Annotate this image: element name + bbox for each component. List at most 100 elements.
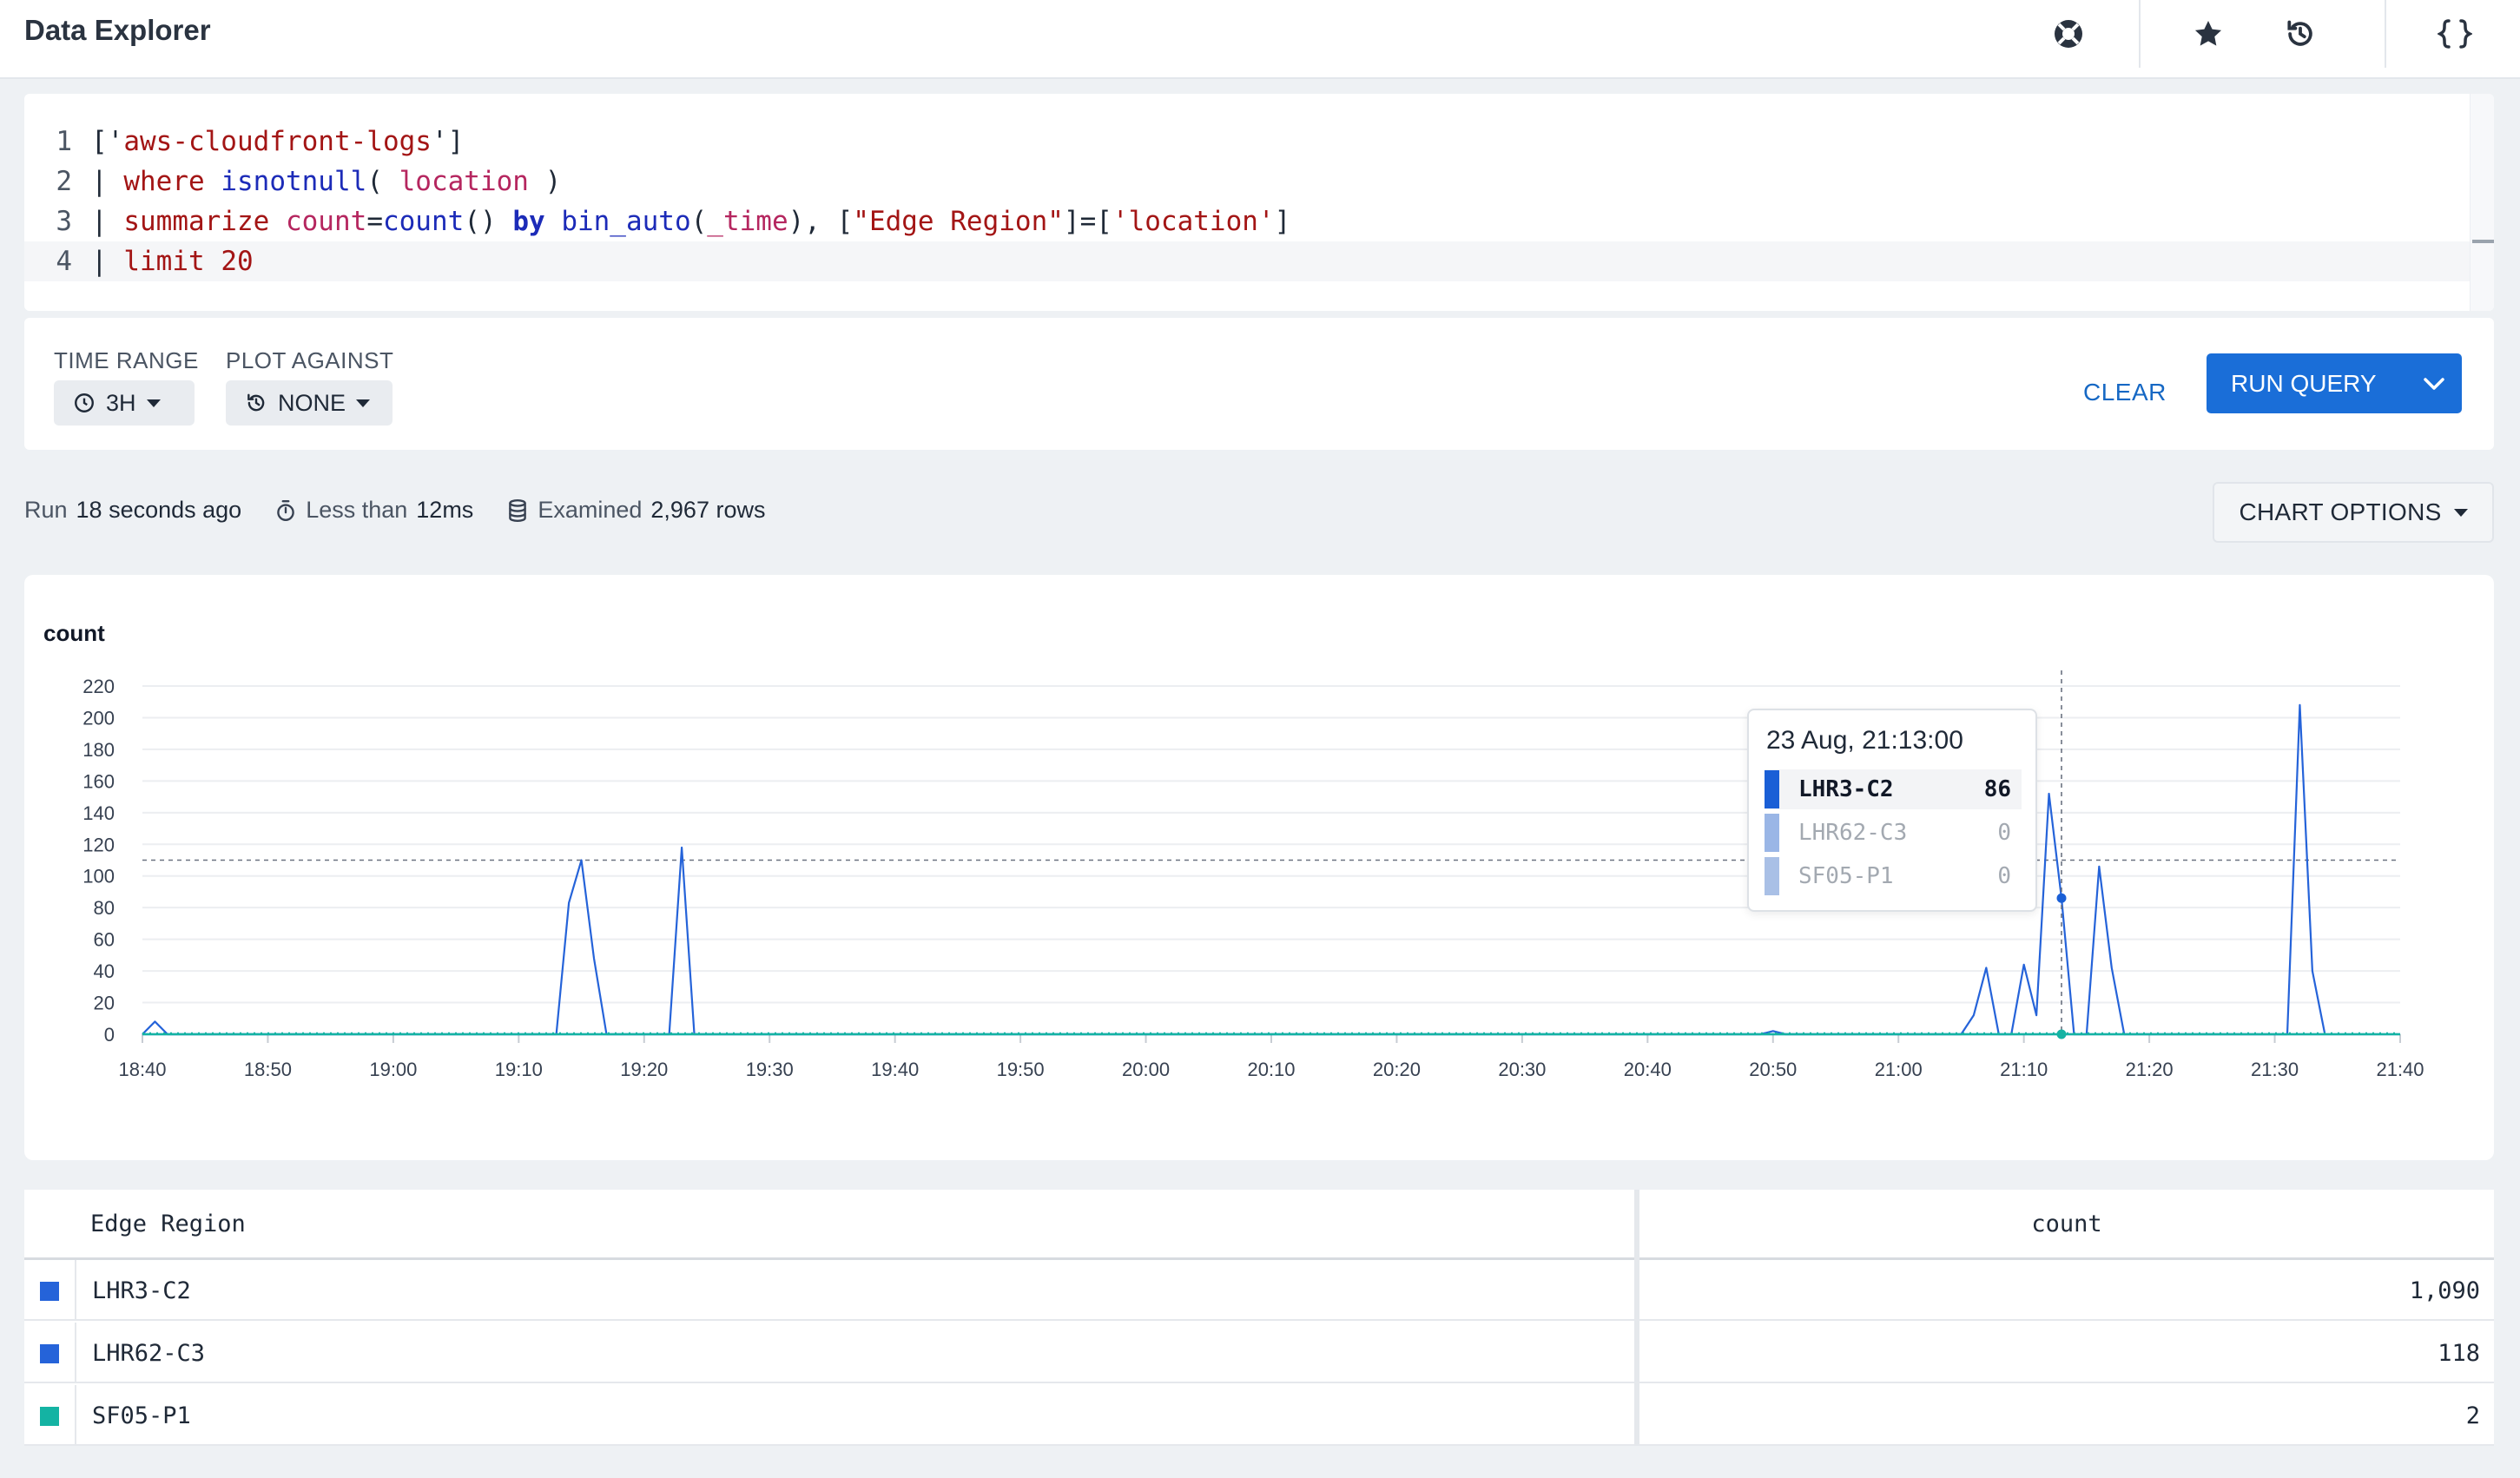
top-bar: Data Explorer bbox=[0, 0, 2520, 79]
code-token: = bbox=[366, 206, 383, 237]
editor-line-active[interactable]: 4 | limit 20 bbox=[24, 241, 2470, 281]
row-divider bbox=[75, 1323, 76, 1383]
clock-icon bbox=[75, 393, 94, 412]
time-range-dropdown[interactable]: 3H bbox=[54, 380, 195, 426]
column-header-count[interactable]: count bbox=[1639, 1190, 2494, 1257]
code-token: ] bbox=[1274, 206, 1291, 237]
series-swatch bbox=[1765, 857, 1779, 895]
duration-value: 12ms bbox=[416, 497, 474, 523]
code-token: summarize bbox=[123, 206, 270, 237]
page-title: Data Explorer bbox=[24, 14, 211, 46]
toolbar-divider bbox=[2139, 0, 2141, 68]
hover-point bbox=[2056, 893, 2067, 903]
results-table: Edge Region count LHR3-C2 1,090 LHR62-C3… bbox=[24, 1190, 2494, 1446]
x-tick-label: 20:30 bbox=[1498, 1059, 1546, 1080]
line-number: 2 bbox=[56, 166, 72, 197]
chart-options-button[interactable]: CHART OPTIONS bbox=[2213, 482, 2494, 543]
table-row[interactable]: SF05-P1 2 bbox=[24, 1385, 2494, 1446]
line-number: 4 bbox=[56, 246, 72, 277]
run-query-button[interactable]: RUN QUERY bbox=[2207, 353, 2462, 413]
editor-line[interactable]: 1 [' aws-cloudfront-logs '] bbox=[24, 122, 2470, 162]
x-tick-label: 21:10 bbox=[2000, 1059, 2048, 1080]
row-edge-region: LHR62-C3 bbox=[92, 1339, 206, 1367]
plot-against-label: PLOT AGAINST bbox=[226, 347, 394, 373]
star-icon[interactable] bbox=[2185, 10, 2232, 57]
editor-line[interactable]: 3 | summarize count = count() by bin_auto(… bbox=[24, 201, 2470, 241]
chevron-down-icon[interactable] bbox=[2406, 353, 2462, 413]
duration-prefix: Less than bbox=[306, 497, 408, 523]
code-token: by bbox=[512, 206, 545, 237]
code-token: location bbox=[399, 166, 529, 197]
row-count: 2 bbox=[2465, 1402, 2480, 1429]
y-tick-label: 40 bbox=[94, 960, 115, 982]
line-chart[interactable]: 0 20 40 60 80 100 120 140 160 180 200 220 18:40 18:50… bbox=[24, 575, 2494, 1160]
editor-line[interactable]: 2 | where isnotnull( location ) bbox=[24, 162, 2470, 201]
examined-value: 2,967 rows bbox=[650, 497, 766, 523]
query-editor[interactable]: 1 [' aws-cloudfront-logs '] 2 | where isno… bbox=[24, 94, 2494, 311]
column-header-edge-region[interactable]: Edge Region bbox=[90, 1190, 246, 1257]
code-token: '] bbox=[431, 126, 465, 157]
code-token: ) bbox=[528, 166, 562, 197]
x-tick-label: 19:50 bbox=[997, 1059, 1045, 1080]
help-lifebuoy-icon[interactable] bbox=[2045, 10, 2092, 57]
table-row[interactable]: LHR3-C2 1,090 bbox=[24, 1260, 2494, 1321]
code-token: ]=[ bbox=[1063, 206, 1112, 237]
code-token: where bbox=[123, 166, 205, 197]
time-range-value: 3H bbox=[106, 389, 136, 416]
braces-icon[interactable] bbox=[2431, 10, 2478, 57]
tooltip-series-value: 0 bbox=[1997, 863, 2011, 889]
code-token: | bbox=[91, 166, 124, 197]
examined-status: Examined 2,967 rows bbox=[506, 497, 765, 524]
x-tick-label: 18:50 bbox=[244, 1059, 292, 1080]
row-count: 118 bbox=[2438, 1339, 2480, 1367]
y-tick-label: 120 bbox=[82, 834, 115, 855]
plot-against-dropdown[interactable]: NONE bbox=[226, 380, 393, 426]
series-swatch bbox=[40, 1282, 59, 1301]
plot-against-value: NONE bbox=[278, 389, 346, 416]
duration-status: Less than 12ms bbox=[274, 497, 473, 524]
x-tick-label: 19:40 bbox=[871, 1059, 919, 1080]
code-token: | bbox=[91, 206, 124, 237]
run-query-label: RUN QUERY bbox=[2231, 369, 2377, 397]
series-swatch bbox=[40, 1407, 59, 1426]
column-divider bbox=[1634, 1190, 1639, 1445]
row-divider bbox=[75, 1385, 76, 1446]
editor-scrollbar[interactable] bbox=[2470, 94, 2494, 311]
code-token: ), [ bbox=[788, 206, 854, 237]
y-tick-label: 160 bbox=[82, 770, 115, 792]
code-token: 'location' bbox=[1112, 206, 1275, 237]
code-token: | bbox=[91, 246, 124, 277]
query-controls: TIME RANGE 3H PLOT AGAINST NONE CLEAR RU… bbox=[24, 318, 2494, 450]
caret-down-icon bbox=[356, 399, 371, 407]
code-token: count bbox=[285, 206, 367, 237]
code-token: aws-cloudfront-logs bbox=[123, 126, 432, 157]
x-tick-label: 18:40 bbox=[118, 1059, 166, 1080]
history-icon[interactable] bbox=[2277, 10, 2324, 57]
x-tick-label: 20:20 bbox=[1373, 1059, 1421, 1080]
tooltip-series-value: 86 bbox=[1983, 776, 2011, 802]
scrollbar-thumb[interactable] bbox=[2472, 240, 2494, 243]
clear-button[interactable]: CLEAR bbox=[2083, 363, 2167, 422]
hover-point bbox=[2056, 1029, 2067, 1039]
row-edge-region: SF05-P1 bbox=[92, 1402, 191, 1429]
series-swatch bbox=[40, 1344, 59, 1363]
row-count: 1,090 bbox=[2409, 1277, 2480, 1304]
x-tick-label: 20:50 bbox=[1749, 1059, 1797, 1080]
x-tick-label: 19:30 bbox=[746, 1059, 794, 1080]
y-tick-label: 200 bbox=[82, 707, 115, 729]
run-time: 18 seconds ago bbox=[76, 497, 242, 523]
y-tick-label: 20 bbox=[94, 993, 115, 1014]
run-prefix: Run bbox=[24, 497, 68, 523]
series-swatch bbox=[1765, 814, 1779, 852]
x-tick-label: 19:00 bbox=[369, 1059, 417, 1080]
code-token: limit bbox=[123, 246, 205, 277]
y-tick-label: 100 bbox=[82, 866, 115, 887]
y-tick-label: 140 bbox=[82, 802, 115, 824]
table-row[interactable]: LHR62-C3 118 bbox=[24, 1323, 2494, 1383]
chart-panel: count 0 20 40 60 80 100 120 140 160 180 200 220 18:4… bbox=[24, 575, 2494, 1160]
database-icon bbox=[509, 498, 527, 522]
